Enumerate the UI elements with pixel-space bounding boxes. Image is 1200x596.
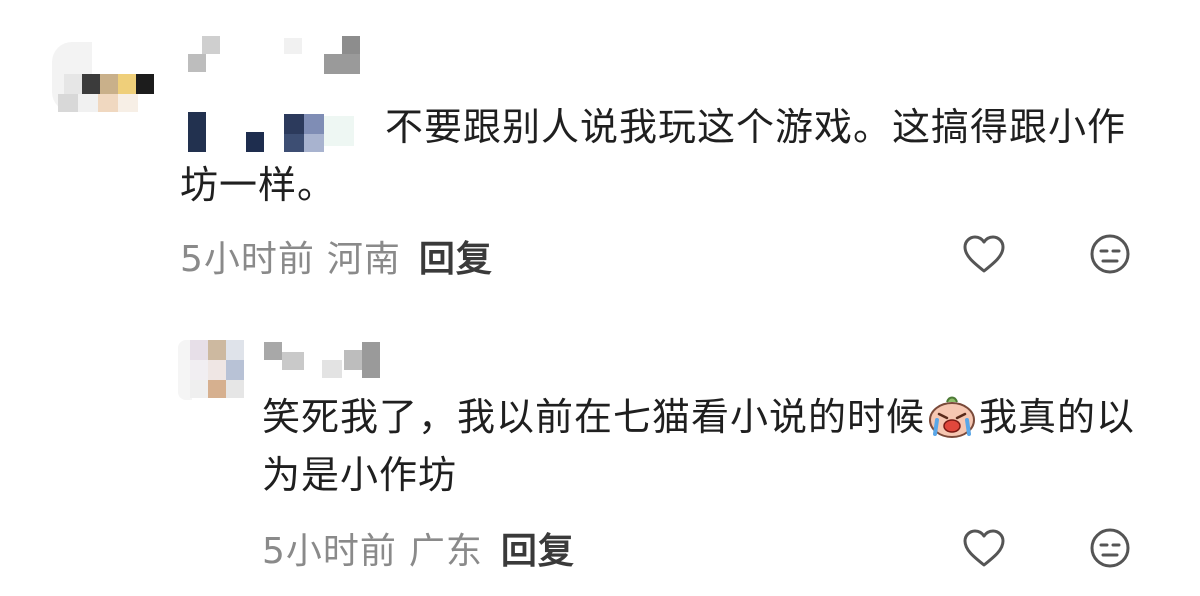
comment-text: 不要跟别人说我玩这个游戏。这搞得跟小作坊一样。 [180,105,1127,207]
like-button[interactable] [960,524,1008,572]
comment-meta: 5小时前 河南 回复 [180,230,493,282]
location: 河南 [326,239,401,280]
heart-outline-icon [963,235,1005,273]
comment-meta: 5小时前 广东 回复 [262,522,575,574]
location: 广东 [408,531,483,572]
avatar[interactable] [178,338,252,404]
dislike-button[interactable] [1086,524,1134,572]
neutral-face-icon [1090,528,1130,568]
crying-laughing-sticker-icon [927,394,977,438]
username-pixelated[interactable] [264,342,384,378]
comment-text: 笑死我了，我以前在七猫看小说的时候 我真的以为是小作坊 [262,394,1136,497]
heart-outline-icon [963,529,1005,567]
dislike-button[interactable] [1086,230,1134,278]
reply-button[interactable]: 回复 [419,239,493,280]
neutral-face-icon [1090,234,1130,274]
timestamp: 5小时前 [262,531,397,572]
username-pixelated[interactable] [188,36,368,78]
avatar[interactable] [44,30,164,120]
like-button[interactable] [960,230,1008,278]
reply-button[interactable]: 回复 [501,531,575,572]
timestamp: 5小时前 [180,239,315,280]
